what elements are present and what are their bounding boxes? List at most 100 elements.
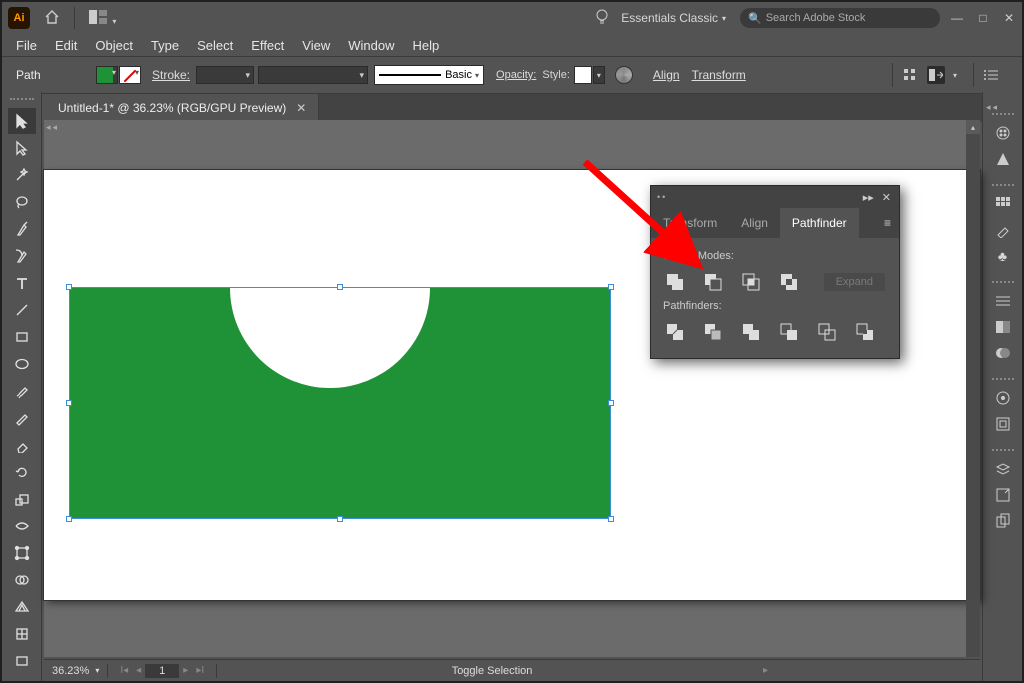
tool-scale[interactable] (8, 486, 36, 512)
home-button[interactable] (38, 9, 66, 28)
search-input[interactable]: 🔍 Search Adobe Stock (740, 8, 940, 28)
tool-type[interactable] (8, 270, 36, 296)
align-link[interactable]: Align (653, 68, 680, 82)
panel-graphic-styles[interactable] (990, 411, 1016, 437)
menu-effect[interactable]: Effect (251, 38, 284, 53)
tool-direct-selection[interactable] (8, 135, 36, 161)
document-tab[interactable]: Untitled-1* @ 36.23% (RGB/GPU Preview) ✕ (46, 94, 319, 122)
pathfinder-divide[interactable] (665, 322, 685, 342)
artboard-prev[interactable]: ◂ (136, 665, 141, 676)
tool-paintbrush[interactable] (8, 378, 36, 404)
tab-align[interactable]: Align (729, 208, 780, 238)
graphic-style-swatch[interactable] (574, 66, 592, 84)
tool-gradient[interactable] (8, 648, 36, 674)
tab-pathfinder[interactable]: Pathfinder (780, 208, 859, 238)
tool-rotate[interactable] (8, 459, 36, 485)
tool-pen[interactable] (8, 216, 36, 242)
pathfinder-unite[interactable] (665, 272, 685, 292)
panel-grip[interactable]: •• (651, 192, 859, 202)
panel-transparency[interactable] (990, 340, 1016, 366)
panel-artboards[interactable] (990, 508, 1016, 534)
panel-brushes[interactable] (990, 217, 1016, 243)
artboard-next[interactable]: ▸ (183, 665, 188, 676)
scroll-up-button[interactable]: ▴ (966, 120, 980, 134)
tool-lasso[interactable] (8, 189, 36, 215)
artboard-first[interactable]: I◂ (120, 665, 128, 676)
stroke-swatch[interactable] (119, 66, 141, 84)
menu-edit[interactable]: Edit (55, 38, 77, 53)
panel-appearance[interactable] (990, 385, 1016, 411)
stroke-weight-dropdown[interactable]: ▾ (196, 66, 254, 84)
tool-shape-builder[interactable] (8, 567, 36, 593)
tool-curvature[interactable] (8, 243, 36, 269)
tool-ellipse[interactable] (8, 351, 36, 377)
pathfinder-outline[interactable] (817, 322, 837, 342)
artboard-last[interactable]: ▸I (196, 665, 204, 676)
opacity-label[interactable]: Opacity: (496, 69, 536, 81)
tool-pencil[interactable] (8, 405, 36, 431)
vertical-scrollbar[interactable]: ▴ (966, 120, 980, 657)
panel-grip[interactable] (10, 98, 34, 102)
graphic-style-dropdown[interactable]: ▾ (593, 66, 605, 84)
tool-width[interactable] (8, 513, 36, 539)
tool-perspective[interactable] (8, 594, 36, 620)
pathfinder-minus-back[interactable] (855, 322, 875, 342)
tool-mesh[interactable] (8, 621, 36, 647)
panel-close-button[interactable]: ✕ (878, 191, 895, 204)
zoom-dropdown[interactable]: 36.23% ▾ (52, 665, 99, 677)
stroke-label[interactable]: Stroke: (152, 68, 190, 82)
workspace-switcher[interactable]: Essentials Classic ▾ (621, 11, 730, 25)
tool-eraser[interactable] (8, 432, 36, 458)
status-play[interactable]: ▸ (763, 665, 768, 676)
arrange-documents-button[interactable]: ▾ (83, 10, 134, 27)
search-icon: 🔍 (748, 12, 762, 25)
window-minimize-button[interactable]: — (950, 11, 964, 25)
panel-flyout-menu[interactable]: ≡ (876, 216, 899, 230)
menu-view[interactable]: View (302, 38, 330, 53)
isolate-button[interactable] (901, 66, 919, 84)
menu-select[interactable]: Select (197, 38, 233, 53)
menu-file[interactable]: File (16, 38, 37, 53)
panel-layers[interactable] (990, 456, 1016, 482)
tool-selection[interactable] (8, 108, 36, 134)
panel-gradient[interactable] (990, 314, 1016, 340)
discover-button[interactable] (589, 9, 615, 28)
document-tab-close[interactable]: ✕ (296, 101, 306, 115)
pathfinder-exclude[interactable] (779, 272, 799, 292)
panel-swatches[interactable] (990, 191, 1016, 217)
tool-line[interactable] (8, 297, 36, 323)
window-close-button[interactable]: ✕ (1002, 11, 1016, 25)
align-to-button[interactable] (927, 66, 945, 84)
panel-color[interactable] (990, 120, 1016, 146)
panel-color-guide[interactable] (990, 146, 1016, 172)
tab-transform[interactable]: Transform (651, 208, 729, 238)
menu-help[interactable]: Help (412, 38, 439, 53)
recolor-artwork-button[interactable] (615, 66, 633, 84)
artboard-number[interactable]: 1 (145, 664, 179, 678)
search-placeholder: Search Adobe Stock (766, 12, 866, 24)
panel-symbols[interactable]: ♣ (990, 243, 1016, 269)
pathfinder-merge[interactable] (741, 322, 761, 342)
tool-free-transform[interactable] (8, 540, 36, 566)
panel-menu-button[interactable] (982, 66, 1000, 84)
tool-magic-wand[interactable] (8, 162, 36, 188)
dock-expand-left[interactable]: ◂◂ (46, 122, 59, 133)
dock-collapse-arrows[interactable]: ◂◂ (986, 102, 999, 113)
variable-width-profile-dropdown[interactable]: ▾ (258, 66, 368, 84)
fill-swatch[interactable] (96, 66, 118, 84)
panel-stroke[interactable] (990, 288, 1016, 314)
menu-object[interactable]: Object (95, 38, 133, 53)
transform-link[interactable]: Transform (692, 68, 746, 82)
pathfinder-minus-front[interactable] (703, 272, 723, 292)
pathfinder-panel[interactable]: •• ▸▸ ✕ Transform Align Pathfinder ≡ Sha… (650, 185, 900, 359)
pathfinder-trim[interactable] (703, 322, 723, 342)
window-maximize-button[interactable]: □ (976, 11, 990, 25)
menu-window[interactable]: Window (348, 38, 394, 53)
pathfinder-intersect[interactable] (741, 272, 761, 292)
panel-asset-export[interactable] (990, 482, 1016, 508)
tool-rectangle[interactable] (8, 324, 36, 350)
brush-definition-dropdown[interactable]: Basic ▾ (374, 65, 484, 85)
menu-type[interactable]: Type (151, 38, 179, 53)
pathfinder-crop[interactable] (779, 322, 799, 342)
panel-collapse-button[interactable]: ▸▸ (859, 191, 878, 204)
